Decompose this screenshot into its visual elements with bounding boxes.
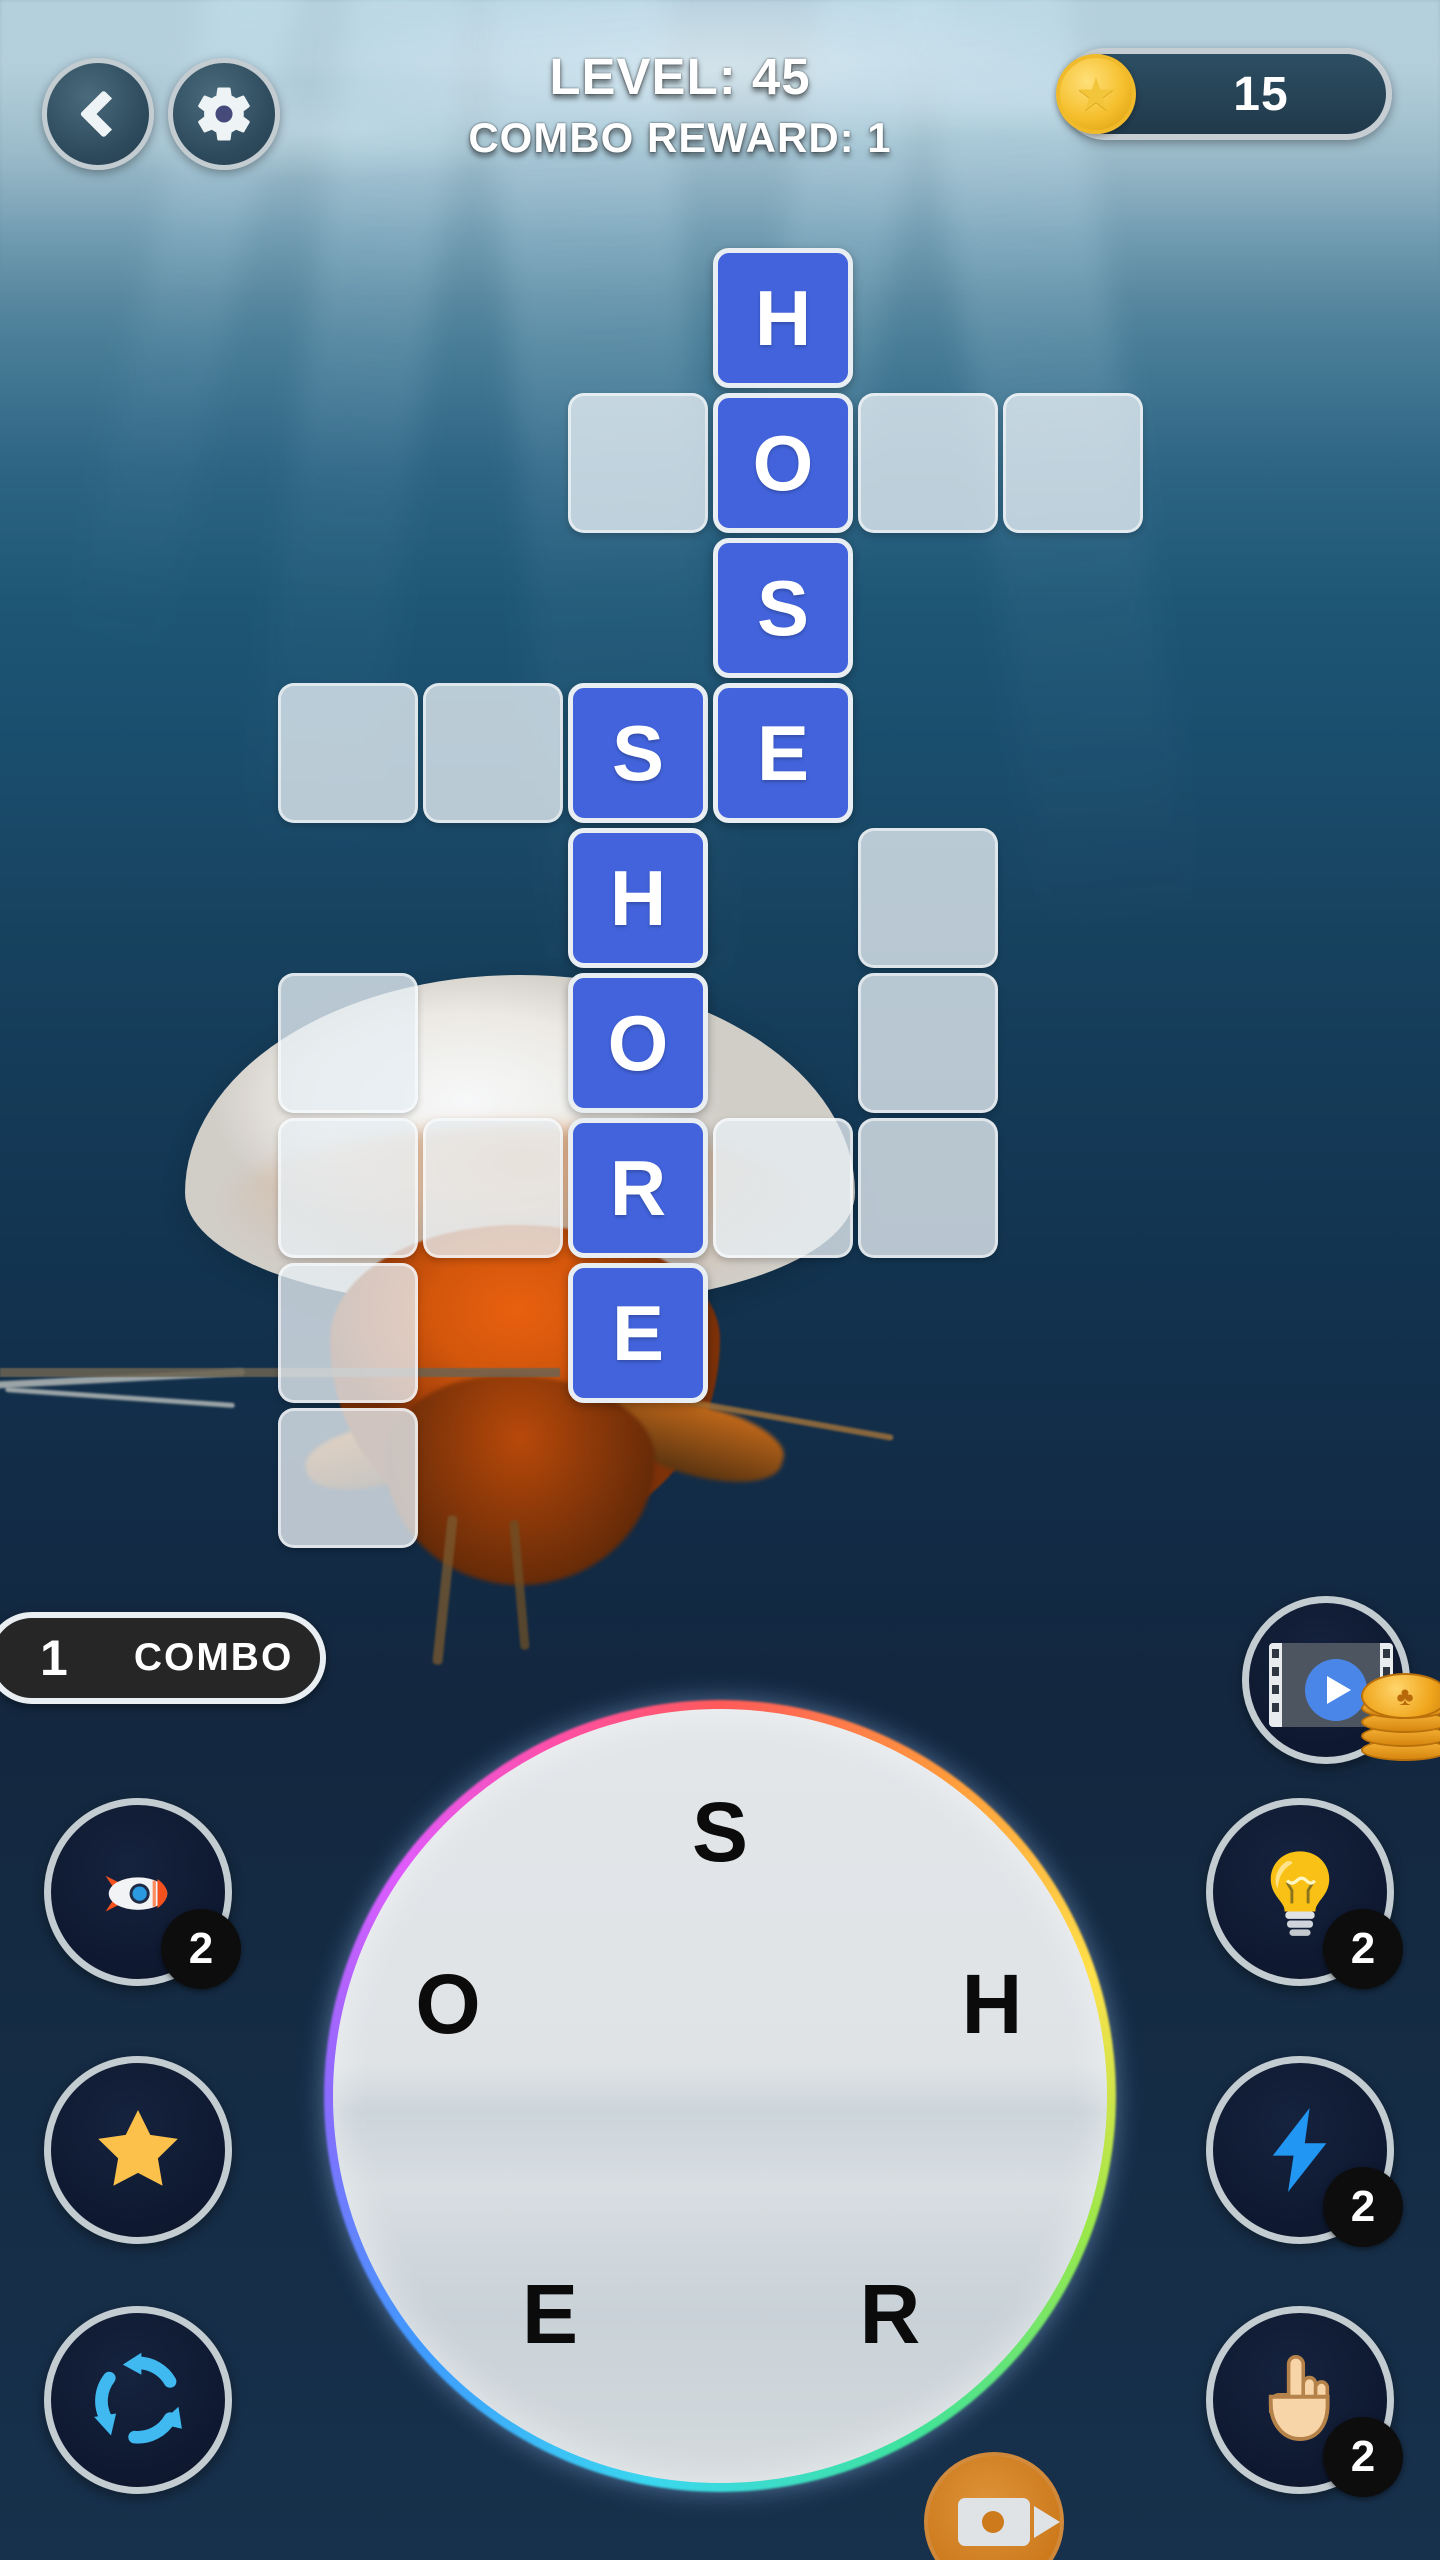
play-icon xyxy=(1305,1659,1367,1721)
grid-tile-empty xyxy=(423,1118,563,1258)
grid-tile-letter: S xyxy=(611,709,665,797)
shuffle-powerup-button[interactable] xyxy=(44,2306,232,2494)
combo-label: COMBO xyxy=(133,1636,294,1679)
grid-tile-empty xyxy=(568,393,708,533)
grid-tile-letter: H xyxy=(754,274,812,362)
grid-tile-letter: O xyxy=(607,999,669,1087)
bolt-powerup-button[interactable]: 2 xyxy=(1206,2056,1403,2247)
coin-top: ♣ xyxy=(1361,1673,1440,1719)
grid-tile-letter: H xyxy=(609,854,667,942)
clover-glyph: ♣ xyxy=(1396,1681,1414,1711)
wheel-letter-h[interactable]: H xyxy=(932,1962,1052,2046)
grid-tile-empty xyxy=(278,973,418,1113)
star-powerup-button[interactable] xyxy=(44,2056,232,2244)
rocket-powerup-badge: 2 xyxy=(161,1909,241,1989)
hand-powerup-button[interactable]: 2 xyxy=(1206,2306,1403,2497)
grid-tile-letter: E xyxy=(756,709,810,797)
grid-tile-empty xyxy=(423,683,563,823)
hint-bulb-powerup-badge: 2 xyxy=(1323,1909,1403,1989)
grid-tile-empty xyxy=(858,973,998,1113)
grid-tile-empty xyxy=(278,1263,418,1403)
wheel-letter-s[interactable]: S xyxy=(660,1790,780,1874)
combo-count: 1 xyxy=(40,1630,68,1686)
grid-tile-empty xyxy=(713,1118,853,1258)
game-screen: LEVEL: 45 COMBO REWARD: 1 ★ 15 HOSSEHORE… xyxy=(0,0,1440,2560)
bolt-powerup-badge: 2 xyxy=(1323,2167,1403,2247)
grid-tile-filled: S xyxy=(713,538,853,678)
hint-bulb-powerup-button[interactable]: 2 xyxy=(1206,1798,1403,1989)
wheel-letter-r[interactable]: R xyxy=(830,2272,950,2356)
grid-tile-filled: H xyxy=(713,248,853,388)
screen-recorder-button[interactable] xyxy=(924,2452,1064,2560)
video-ad-reward-button[interactable]: ♣ xyxy=(1242,1596,1440,1764)
grid-tile-letter: O xyxy=(752,419,814,507)
grid-tile-empty xyxy=(1003,393,1143,533)
crossword-grid: HOSSEHORE xyxy=(0,0,1440,1600)
grid-tile-empty xyxy=(278,1118,418,1258)
grid-tile-filled: E xyxy=(713,683,853,823)
grid-tile-letter: R xyxy=(609,1144,667,1232)
grid-tile-empty xyxy=(858,393,998,533)
shuffle-icon xyxy=(94,2352,182,2444)
grid-tile-letter: S xyxy=(756,564,810,652)
grid-tile-empty xyxy=(858,828,998,968)
grid-tile-filled: R xyxy=(568,1118,708,1258)
hand-powerup-badge: 2 xyxy=(1323,2417,1403,2497)
coin-stack-icon: ♣ xyxy=(1361,1673,1440,1761)
camera-lens xyxy=(1034,2506,1060,2538)
play-triangle xyxy=(1327,1676,1351,1704)
wheel-letter-e[interactable]: E xyxy=(490,2272,610,2356)
star-icon xyxy=(98,2110,178,2186)
grid-tile-filled: H xyxy=(568,828,708,968)
grid-tile-letter: E xyxy=(611,1289,665,1377)
grid-tile-filled: O xyxy=(713,393,853,533)
grid-tile-empty xyxy=(858,1118,998,1258)
video-camera-icon xyxy=(958,2498,1060,2546)
wheel-letter-o[interactable]: O xyxy=(388,1962,508,2046)
combo-badge: 1 COMBO xyxy=(0,1612,326,1704)
grid-tile-empty xyxy=(278,1408,418,1548)
rocket-powerup-button[interactable]: 2 xyxy=(44,1798,241,1989)
grid-tile-filled: E xyxy=(568,1263,708,1403)
grid-tile-filled: O xyxy=(568,973,708,1113)
grid-tile-empty xyxy=(278,683,418,823)
grid-tile-filled: S xyxy=(568,683,708,823)
